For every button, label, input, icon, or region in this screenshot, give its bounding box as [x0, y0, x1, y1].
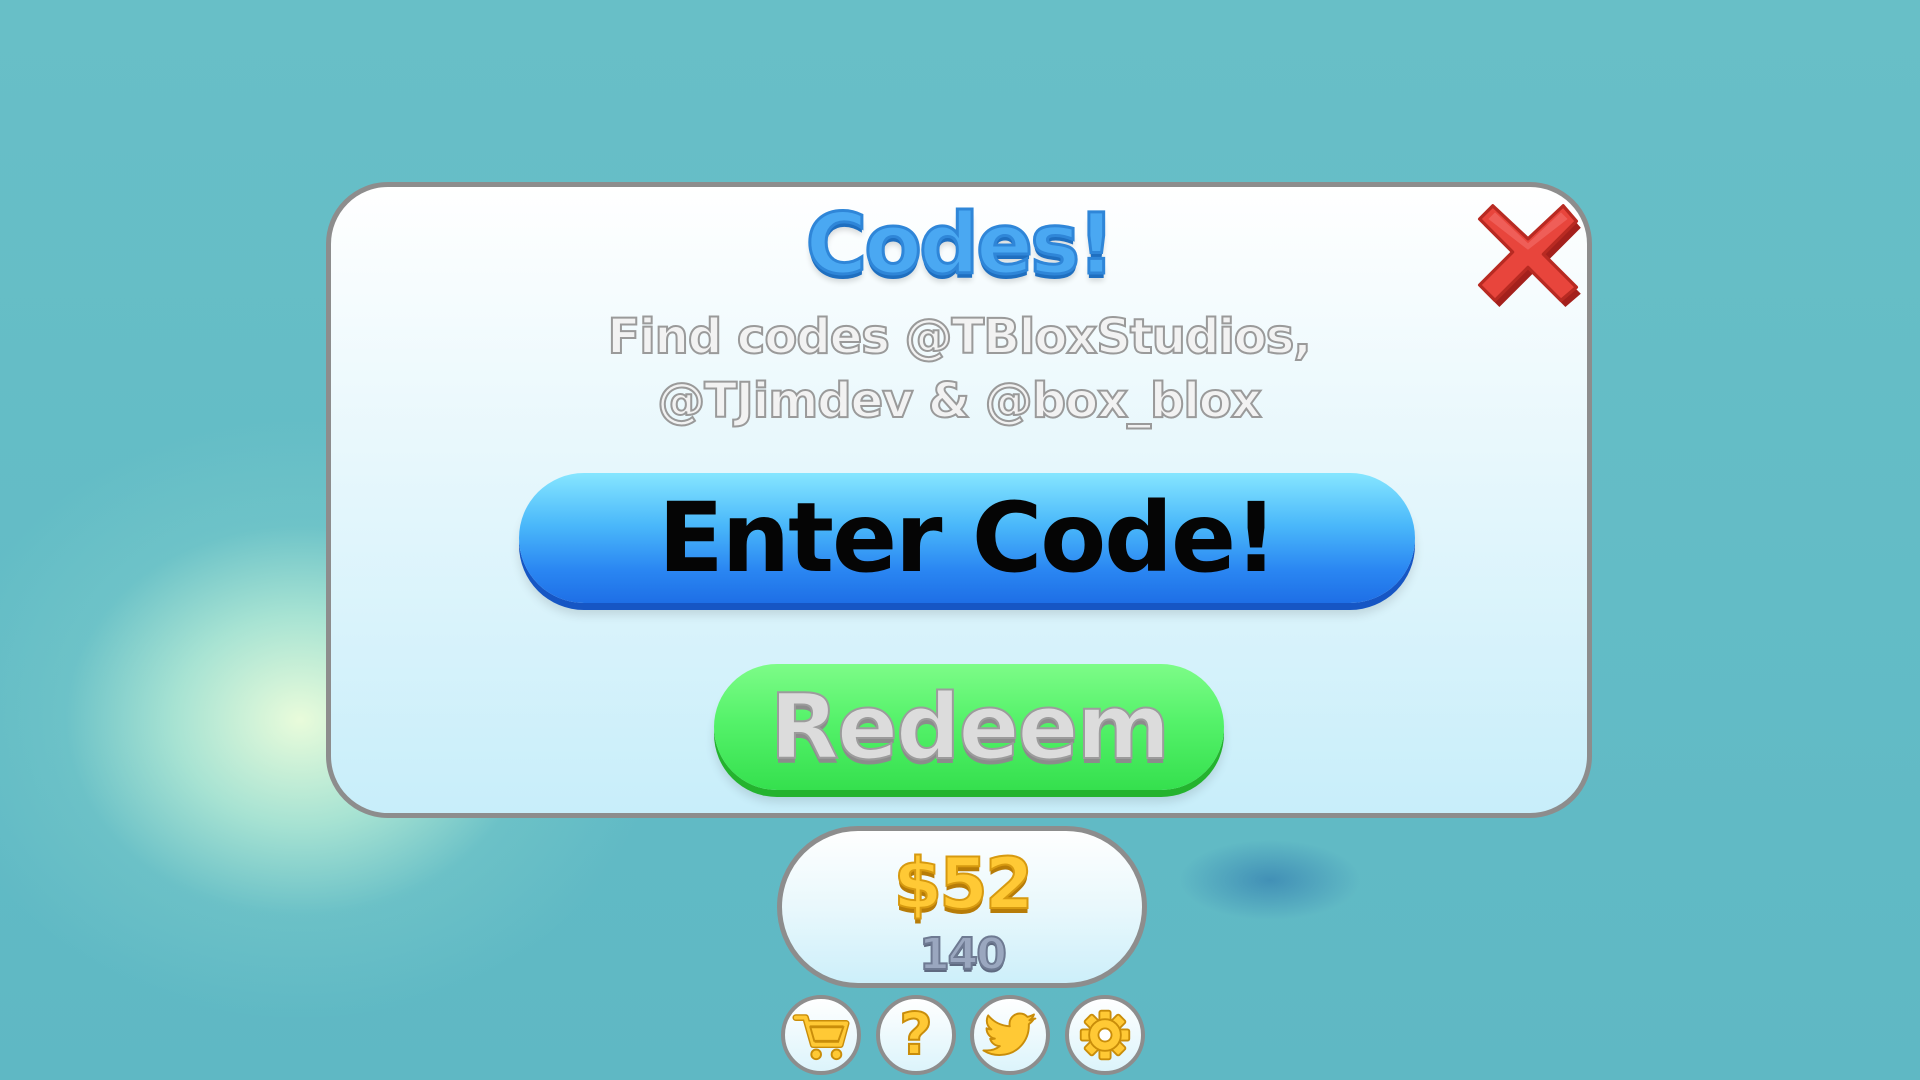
settings-button[interactable] [1065, 995, 1145, 1075]
close-button[interactable] [1473, 197, 1583, 307]
modal-title: Codes! [804, 194, 1117, 295]
secondary-count: 140 [918, 928, 1008, 981]
close-x-icon [1477, 204, 1581, 307]
twitter-bird-icon [982, 1012, 1037, 1057]
code-input-placeholder: Enter Code! [658, 482, 1278, 594]
help-button[interactable]: ? [876, 995, 956, 1075]
subtitle-line-1: Find codes @TBloxStudios, [606, 308, 1312, 366]
currency-panel: $52 140 [777, 826, 1147, 988]
codes-subtitle: Find codes @TBloxStudios, @TJimdev & @bo… [331, 305, 1587, 433]
question-mark-icon: ? [898, 1000, 934, 1068]
code-input[interactable]: Enter Code! [519, 473, 1415, 603]
codes-modal: Codes! Find codes @TBloxStudios, @TJimde… [326, 182, 1592, 818]
redeem-button[interactable]: Redeem [714, 664, 1224, 790]
subtitle-line-2: @TJimdev & @box_blox [656, 372, 1263, 430]
cash-amount: $52 [892, 842, 1034, 926]
shop-button[interactable] [781, 995, 861, 1075]
twitter-button[interactable] [970, 995, 1050, 1075]
gear-icon [1079, 1009, 1131, 1061]
redeem-button-label: Redeem [769, 674, 1172, 781]
shopping-cart-icon [792, 1014, 850, 1061]
